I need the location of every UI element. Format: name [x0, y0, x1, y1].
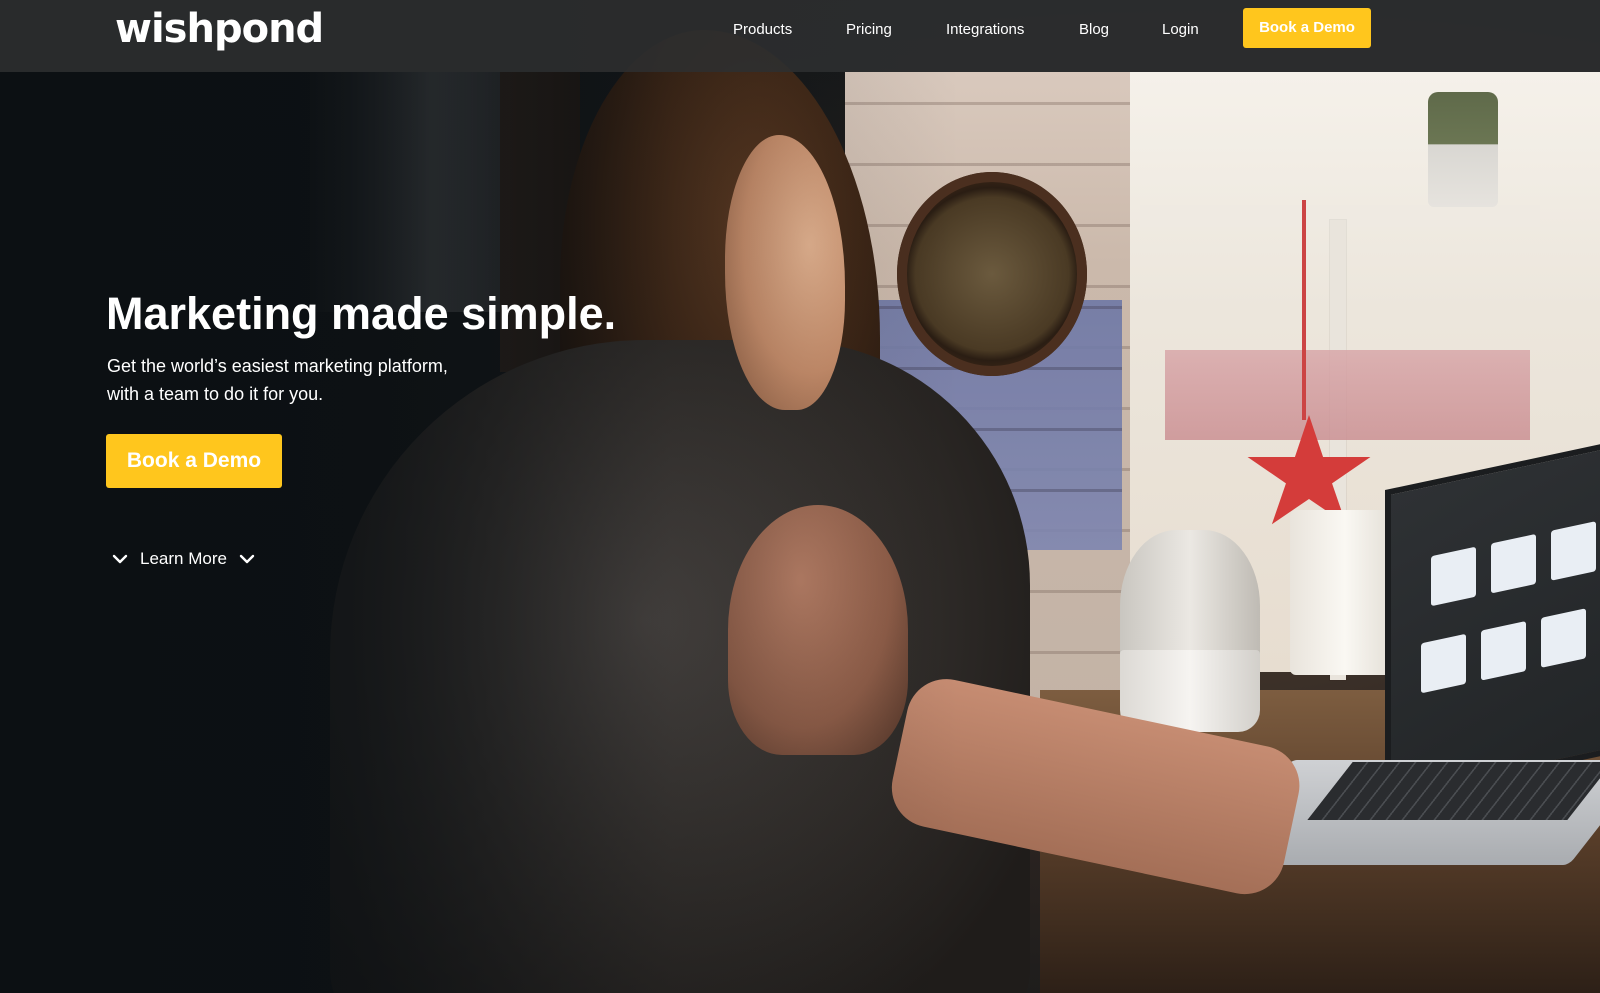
chevron-down-icon [112, 554, 128, 564]
page: wishpond Products Pricing Integrations B… [0, 0, 1600, 993]
learn-more-link[interactable]: Learn More [110, 545, 257, 573]
learn-more-label: Learn More [140, 549, 227, 568]
nav-link-login[interactable]: Login [1162, 21, 1199, 38]
chevron-down-icon [239, 554, 255, 564]
hero-subtitle-line-1: Get the world’s easiest marketing platfo… [107, 356, 448, 376]
nav-book-demo-button[interactable]: Book a Demo [1243, 8, 1371, 48]
nav-link-products[interactable]: Products [733, 21, 792, 38]
nav-link-integrations[interactable]: Integrations [946, 21, 1024, 38]
top-nav: wishpond Products Pricing Integrations B… [0, 0, 1600, 72]
hero-title: Marketing made simple. [106, 288, 617, 339]
hero-subtitle: Get the world’s easiest marketing platfo… [107, 352, 537, 408]
nav-link-blog[interactable]: Blog [1079, 21, 1109, 38]
nav-link-pricing[interactable]: Pricing [846, 21, 892, 38]
wishpond-logo[interactable]: wishpond [115, 6, 324, 52]
hero-book-demo-button[interactable]: Book a Demo [106, 434, 282, 488]
hero-subtitle-line-2: with a team to do it for you. [107, 384, 324, 404]
hero-background-image [0, 0, 1600, 993]
